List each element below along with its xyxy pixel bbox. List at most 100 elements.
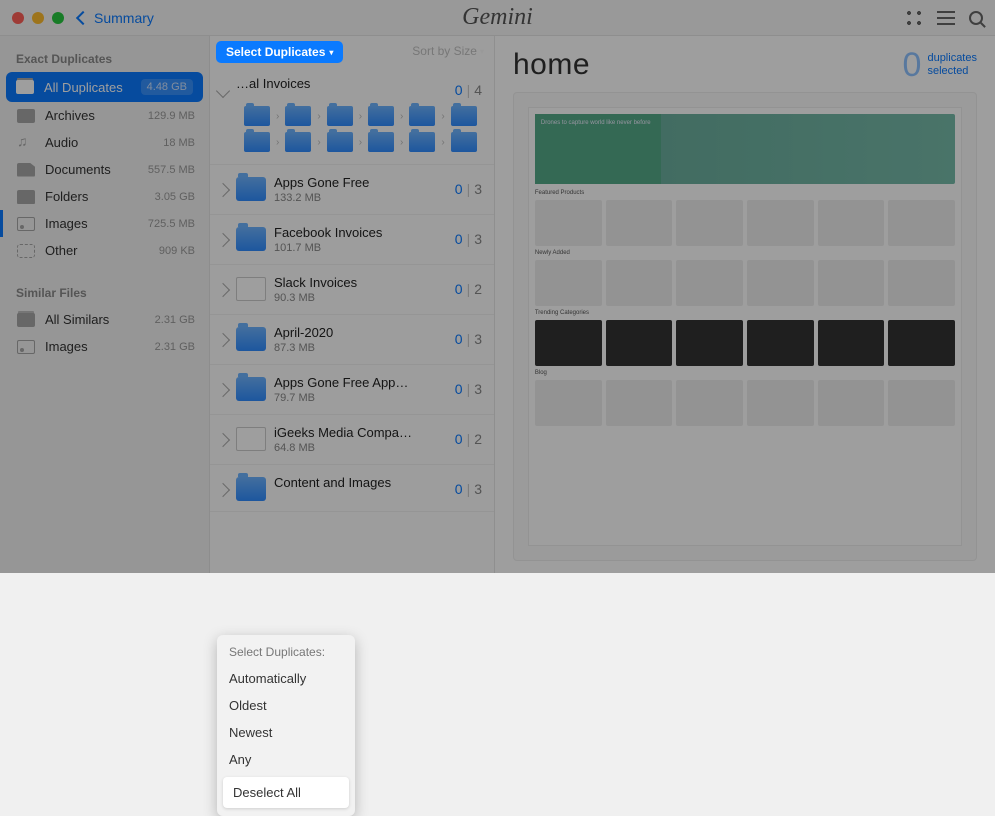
- sidebar: Exact DuplicatesAll Duplicates4.48 GBArc…: [0, 36, 210, 573]
- chevron-right-icon: ›: [441, 111, 444, 122]
- disclosure-triangle-icon[interactable]: [216, 233, 230, 247]
- folder-icon[interactable]: [244, 106, 270, 126]
- stack-icon: [16, 80, 34, 94]
- group-count: 0|3: [455, 481, 482, 497]
- doc-icon: [17, 163, 35, 177]
- chevron-right-icon: ›: [400, 137, 403, 148]
- disclosure-triangle-icon[interactable]: [216, 433, 230, 447]
- menu-item[interactable]: Newest: [217, 719, 355, 746]
- sidebar-item-label: Documents: [45, 162, 148, 177]
- folder-icon[interactable]: [368, 106, 394, 126]
- sidebar-item-label: Audio: [45, 135, 163, 150]
- back-button[interactable]: Summary: [78, 10, 154, 26]
- chevron-down-icon: ▾: [329, 48, 333, 57]
- group-size: 87.3 MB: [274, 342, 447, 354]
- minimize-window-button[interactable]: [32, 12, 44, 24]
- duplicate-group[interactable]: April-202087.3 MB0|3: [210, 315, 494, 365]
- grid-view-icon[interactable]: [905, 9, 923, 27]
- folder-icon[interactable]: [451, 106, 477, 126]
- search-icon[interactable]: [969, 11, 983, 25]
- group-title: Apps Gone Free App…: [274, 375, 447, 390]
- folder-icon[interactable]: [327, 132, 353, 152]
- menu-item[interactable]: Automatically: [217, 665, 355, 692]
- disclosure-triangle-icon[interactable]: [216, 483, 230, 497]
- sidebar-item[interactable]: Other909 KB: [0, 237, 209, 264]
- sidebar-item[interactable]: Documents557.5 MB: [0, 156, 209, 183]
- disclosure-triangle-icon[interactable]: [216, 84, 230, 98]
- sidebar-item[interactable]: Archives129.9 MB: [0, 102, 209, 129]
- folder-icon[interactable]: [451, 132, 477, 152]
- sidebar-item[interactable]: All Duplicates4.48 GB: [6, 72, 203, 102]
- select-duplicates-menu: Select Duplicates: AutomaticallyOldestNe…: [217, 635, 355, 816]
- list-view-icon[interactable]: [937, 9, 955, 27]
- chevron-right-icon: ›: [276, 111, 279, 122]
- chevron-down-icon: ▾: [480, 47, 484, 56]
- webpage-preview: Drones to capture world like never befor…: [528, 107, 962, 546]
- group-count: 0|3: [455, 381, 482, 397]
- selection-count-label-2: selected: [927, 65, 977, 78]
- sidebar-item-size: 18 MB: [163, 137, 195, 149]
- disclosure-triangle-icon[interactable]: [216, 283, 230, 297]
- select-duplicates-button[interactable]: Select Duplicates ▾: [216, 41, 343, 63]
- group-size: 90.3 MB: [274, 292, 447, 304]
- folder-icon: [17, 190, 35, 204]
- folder-icon[interactable]: [368, 132, 394, 152]
- sort-button[interactable]: Sort by Size ▾: [412, 44, 484, 58]
- folder-icon[interactable]: [409, 132, 435, 152]
- folder-icon: [236, 227, 266, 251]
- folder-icon[interactable]: [409, 106, 435, 126]
- group-count: 0|4: [455, 82, 482, 98]
- folder-icon[interactable]: [244, 132, 270, 152]
- group-count: 0|3: [455, 231, 482, 247]
- select-duplicates-label: Select Duplicates: [226, 45, 325, 59]
- zoom-window-button[interactable]: [52, 12, 64, 24]
- sidebar-section-header: Similar Files: [0, 278, 209, 306]
- preview-panel: home 0 duplicates selected Drones to cap…: [495, 36, 995, 573]
- sidebar-item-size: 909 KB: [159, 245, 195, 257]
- sidebar-item-size: 129.9 MB: [148, 110, 195, 122]
- duplicate-group[interactable]: Content and Images0|3: [210, 465, 494, 512]
- sidebar-item[interactable]: Folders3.05 GB: [0, 183, 209, 210]
- duplicate-group[interactable]: Facebook Invoices101.7 MB0|3: [210, 215, 494, 265]
- group-title: iGeeks Media Compa…: [274, 425, 447, 440]
- close-window-button[interactable]: [12, 12, 24, 24]
- app-window: Summary Gemini Exact DuplicatesAll Dupli…: [0, 0, 995, 573]
- menu-item[interactable]: Deselect All: [223, 777, 349, 808]
- other-icon: [17, 244, 35, 258]
- folder-icon[interactable]: [285, 132, 311, 152]
- duplicate-group[interactable]: …al Invoices0|4››››››››››: [210, 66, 494, 165]
- duplicate-group[interactable]: Slack Invoices90.3 MB0|2: [210, 265, 494, 315]
- sidebar-item-label: All Duplicates: [44, 80, 141, 95]
- menu-item[interactable]: Oldest: [217, 692, 355, 719]
- group-size: 64.8 MB: [274, 442, 447, 454]
- duplicate-groups-list[interactable]: …al Invoices0|4››››››››››Apps Gone Free1…: [210, 66, 494, 573]
- back-label: Summary: [94, 10, 154, 26]
- sidebar-item[interactable]: Images725.5 MB: [0, 210, 209, 237]
- group-title: Apps Gone Free: [274, 175, 447, 190]
- duplicate-group[interactable]: Apps Gone Free133.2 MB0|3: [210, 165, 494, 215]
- sidebar-section-header: Exact Duplicates: [0, 44, 209, 72]
- duplicate-group[interactable]: Apps Gone Free App… 79.7 MB 0|3: [210, 365, 494, 415]
- disclosure-triangle-icon[interactable]: [216, 333, 230, 347]
- sidebar-item[interactable]: Audio18 MB: [0, 129, 209, 156]
- duplicate-group[interactable]: iGeeks Media Compa…64.8 MB0|2: [210, 415, 494, 465]
- image-icon: [17, 217, 35, 231]
- preview-thumbnail[interactable]: Drones to capture world like never befor…: [513, 92, 977, 561]
- group-count: 0|3: [455, 331, 482, 347]
- folder-icon[interactable]: [285, 106, 311, 126]
- folder-icon: [236, 477, 266, 501]
- sidebar-item-size: 2.31 GB: [155, 314, 195, 326]
- menu-item[interactable]: Any: [217, 746, 355, 773]
- sidebar-item[interactable]: All Similars2.31 GB: [0, 306, 209, 333]
- disclosure-triangle-icon[interactable]: [216, 383, 230, 397]
- toolbar-right: [905, 9, 983, 27]
- duplicate-list-panel: Sort by Size ▾ …al Invoices0|4››››››››››…: [210, 36, 495, 573]
- group-size: 79.7 MB: [274, 392, 447, 404]
- folder-icon[interactable]: [327, 106, 353, 126]
- chevron-right-icon: ›: [359, 137, 362, 148]
- file-icon: [236, 427, 266, 451]
- sidebar-item[interactable]: Images2.31 GB: [0, 333, 209, 360]
- group-size: 133.2 MB: [274, 192, 447, 204]
- disclosure-triangle-icon[interactable]: [216, 183, 230, 197]
- sidebar-item-size: 725.5 MB: [148, 218, 195, 230]
